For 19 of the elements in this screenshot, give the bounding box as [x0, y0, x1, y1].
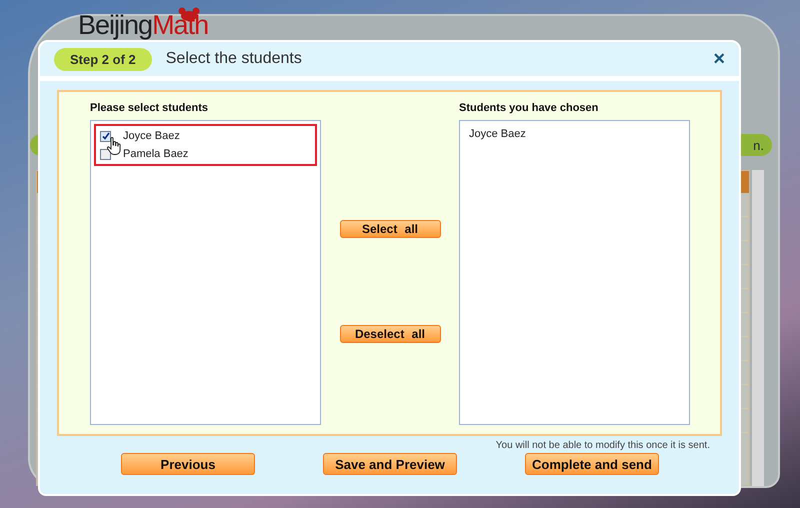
- dialog-title: Select the students: [166, 50, 303, 68]
- scrollbar[interactable]: [752, 170, 764, 486]
- student-name: Pamela Baez: [123, 148, 188, 160]
- checkbox[interactable]: [100, 148, 111, 160]
- list-label: Students you have chosen: [459, 102, 600, 114]
- checkbox[interactable]: [100, 130, 111, 142]
- footer-button[interactable]: Complete and send: [525, 453, 659, 475]
- list-label: Please select students: [90, 102, 210, 114]
- footer-button[interactable]: Save and Preview: [323, 453, 457, 475]
- close-button[interactable]: ×: [713, 49, 725, 69]
- action-button[interactable]: Deselect all: [340, 325, 440, 343]
- warning-note: You will not be able to modify this once it is sent.: [496, 440, 710, 451]
- footer-button[interactable]: Previous: [121, 453, 255, 475]
- action-button[interactable]: Select all: [340, 220, 440, 238]
- step-badge: Step 2 of 2: [54, 48, 152, 70]
- student-name: Joyce Baez: [123, 130, 180, 142]
- student-name: Joyce Baez: [468, 127, 527, 142]
- logo: BeijingMath: [78, 10, 208, 40]
- hand-cursor-icon: [107, 137, 121, 155]
